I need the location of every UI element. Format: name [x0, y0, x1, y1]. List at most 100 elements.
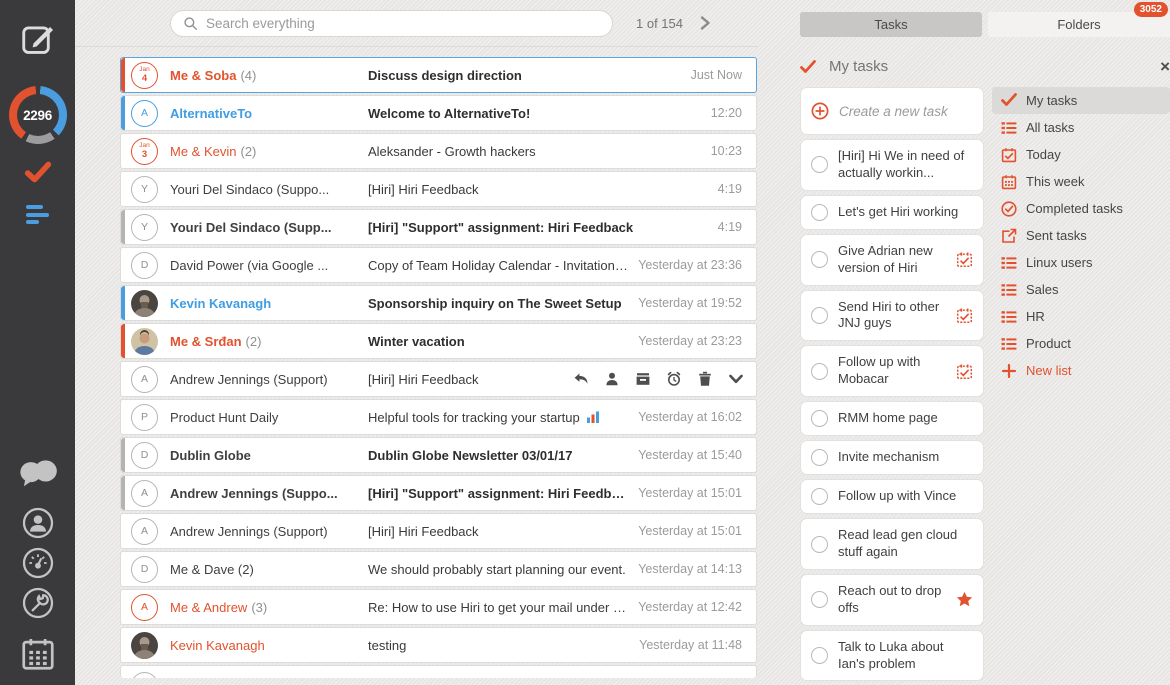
task-card[interactable]: Invite mechanism — [800, 440, 984, 475]
mail-row[interactable]: Jan4Me & Soba(4)Discuss design direction… — [120, 57, 757, 93]
reply-button[interactable] — [573, 371, 589, 387]
task-complete-radio[interactable] — [811, 488, 828, 505]
panel-title: My tasks — [829, 58, 888, 75]
task-list-item-sales[interactable]: Sales — [992, 276, 1170, 303]
task-complete-radio[interactable] — [811, 410, 828, 427]
task-card[interactable]: Reach out to drop offs — [800, 574, 984, 626]
trash-button[interactable] — [697, 371, 713, 387]
mail-row[interactable]: DDublin GlobeDublin Globe Newsletter 03/… — [120, 437, 757, 473]
subject: [Hiri] "Support" assignment: Hiri Feedba… — [368, 220, 633, 235]
sender-cell: AlternativeTo — [170, 106, 368, 121]
avatar: A — [131, 100, 158, 127]
task-card[interactable]: RMM home page — [800, 401, 984, 436]
task-complete-radio[interactable] — [811, 204, 828, 221]
task-text: RMM home page — [838, 410, 938, 427]
task-complete-radio[interactable] — [811, 449, 828, 466]
chat-button[interactable] — [18, 459, 58, 487]
task-card[interactable]: Talk to Luka about Ian's problem — [800, 630, 984, 682]
sender-name: Product Hunt Daily — [170, 410, 278, 425]
mail-row[interactable]: Kevin KavanaghSponsorship inquiry on The… — [120, 285, 757, 321]
task-card[interactable]: Send Hiri to other JNJ guys — [800, 290, 984, 342]
dashboard-button[interactable] — [22, 547, 54, 579]
compose-button[interactable] — [19, 20, 57, 58]
task-card[interactable]: [Hiri] Hi We in need of actually workin.… — [800, 139, 984, 191]
sender-cell: Andrew Jennings (Support) — [170, 372, 368, 387]
subject-cell: Copy of Team Holiday Calendar - Invitati… — [368, 258, 638, 273]
filter-sidebar-button[interactable] — [26, 205, 49, 224]
task-text: [Hiri] Hi We in need of actually workin.… — [838, 148, 973, 182]
chat-icon — [18, 458, 58, 489]
sender-cell: Andrew Jennings (Support) — [170, 524, 368, 539]
timestamp: Yesterday at 11:48 — [639, 638, 742, 652]
task-list-item-new-list[interactable]: New list — [992, 357, 1170, 384]
plus-circle-icon — [811, 102, 829, 120]
task-list-item-my-tasks[interactable]: My tasks — [992, 87, 1170, 114]
task-complete-radio[interactable] — [811, 251, 828, 268]
subject-cell: Sponsorship inquiry on The Sweet Setup — [368, 296, 638, 311]
unread-progress-ring[interactable]: 2296 — [9, 86, 67, 144]
mail-row[interactable]: AMe & Andrew(3)Re: How to use Hiri to ge… — [120, 589, 757, 625]
mail-row[interactable]: AAlternativeToWelcome to AlternativeTo!1… — [120, 95, 757, 131]
mail-row[interactable]: PProduct Hunt DailyHelpful tools for tra… — [120, 399, 757, 435]
task-complete-radio[interactable] — [811, 591, 828, 608]
mail-row[interactable]: AAndrew Jennings (Support)[Hiri] Hiri Fe… — [120, 513, 757, 549]
task-card[interactable]: Follow up with Mobacar — [800, 345, 984, 397]
wrench-icon — [22, 587, 54, 619]
settings-button[interactable] — [22, 587, 54, 619]
task-list-label: Sales — [1026, 282, 1059, 297]
person-button[interactable] — [604, 371, 620, 387]
task-complete-radio[interactable] — [811, 156, 828, 173]
mail-row[interactable]: YYouri Del Sindaco (Supp...[Hiri] "Suppo… — [120, 209, 757, 245]
search-input[interactable] — [206, 16, 600, 31]
task-list-item-sent-tasks[interactable]: Sent tasks — [992, 222, 1170, 249]
task-complete-radio[interactable] — [811, 363, 828, 380]
alarm-button[interactable] — [666, 371, 682, 387]
mail-row[interactable]: Kevin KavanaghtestingYesterday at 11:48 — [120, 627, 757, 663]
task-card[interactable]: Let's get Hiri working — [800, 195, 984, 230]
subject-cell: [Hiri] "Support" assignment: Hiri Feedba… — [368, 220, 718, 235]
task-list-item-hr[interactable]: HR — [992, 303, 1170, 330]
contacts-button[interactable] — [22, 507, 54, 539]
search-box[interactable] — [170, 10, 613, 37]
mail-row-partial[interactable] — [120, 665, 757, 678]
tab-tasks[interactable]: Tasks — [800, 12, 982, 37]
task-list-item-this-week[interactable]: This week — [992, 168, 1170, 195]
task-list-item-linux-users[interactable]: Linux users — [992, 249, 1170, 276]
mail-row[interactable]: DDavid Power (via Google ...Copy of Team… — [120, 247, 757, 283]
task-text: Read lead gen cloud stuff again — [838, 527, 973, 561]
close-panel-button[interactable]: × — [1160, 58, 1170, 75]
task-complete-radio[interactable] — [811, 536, 828, 553]
mail-row[interactable]: Jan3Me & Kevin(2)Aleksander - Growth hac… — [120, 133, 757, 169]
task-card[interactable]: Read lead gen cloud stuff again — [800, 518, 984, 570]
calendar-task-icon — [956, 251, 973, 268]
subject: [Hiri] Hiri Feedback — [368, 372, 479, 387]
next-page-button[interactable] — [697, 15, 713, 31]
task-complete-radio[interactable] — [811, 307, 828, 324]
row-actions — [573, 371, 744, 387]
mail-row[interactable]: AAndrew Jennings (Suppo...[Hiri] "Suppor… — [120, 475, 757, 511]
task-list-item-all-tasks[interactable]: All tasks — [992, 114, 1170, 141]
task-list-label: This week — [1026, 174, 1085, 189]
tasks-sidebar-button[interactable] — [23, 159, 53, 185]
subject-cell: Winter vacation — [368, 334, 638, 349]
mail-row[interactable]: DMe & Dave (2)We should probably start p… — [120, 551, 757, 587]
calendar-grid-icon — [1001, 174, 1017, 190]
list-icon — [1001, 255, 1017, 271]
archive-button[interactable] — [635, 371, 651, 387]
task-card[interactable]: Give Adrian new version of Hiri — [800, 234, 984, 286]
mail-row[interactable]: YYouri Del Sindaco (Suppo...[Hiri] Hiri … — [120, 171, 757, 207]
mail-row[interactable]: Me & Srđan(2)Winter vacationYesterday at… — [120, 323, 757, 359]
tasks-panel-body: Create a new task [Hiri] Hi We in need o… — [800, 87, 1170, 685]
calendar-button[interactable] — [19, 635, 57, 673]
task-text: Reach out to drop offs — [838, 583, 946, 617]
task-complete-radio[interactable] — [811, 647, 828, 664]
row-status-bar — [121, 210, 125, 244]
chevron-down-button[interactable] — [728, 371, 744, 387]
create-task-card[interactable]: Create a new task — [800, 87, 984, 135]
task-list-item-product[interactable]: Product — [992, 330, 1170, 357]
task-list-item-today[interactable]: Today — [992, 141, 1170, 168]
task-card[interactable]: Follow up with Vince — [800, 479, 984, 514]
task-list-item-completed-tasks[interactable]: Completed tasks — [992, 195, 1170, 222]
mail-row[interactable]: AAndrew Jennings (Support)[Hiri] Hiri Fe… — [120, 361, 757, 397]
avatar — [131, 672, 158, 678]
